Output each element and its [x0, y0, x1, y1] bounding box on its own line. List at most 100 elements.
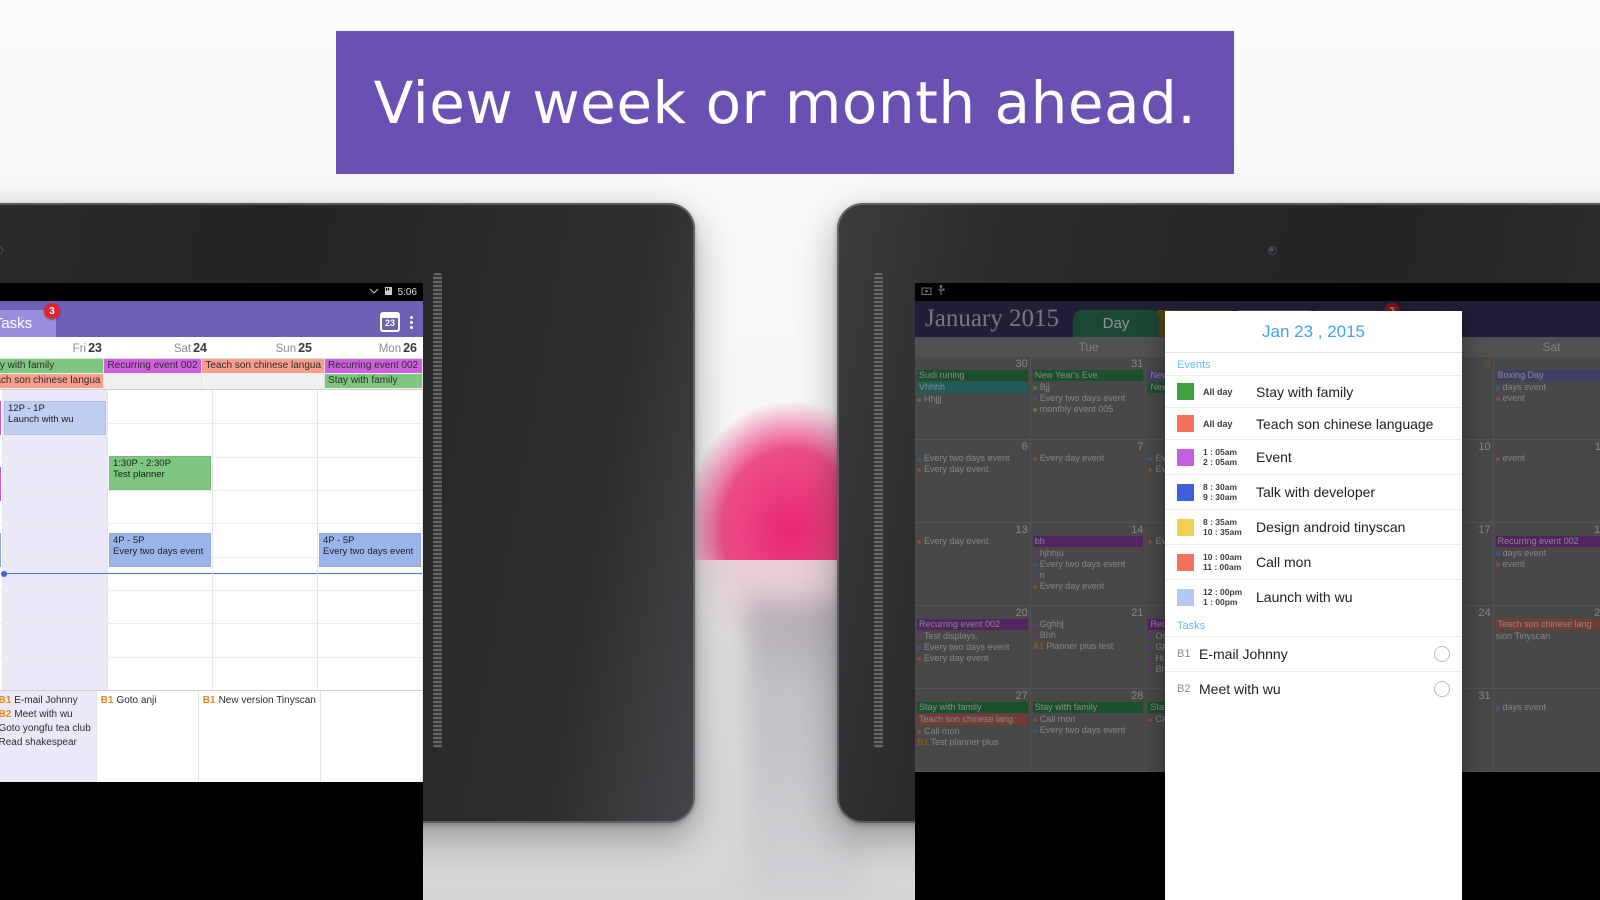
allday-column[interactable]: Stay with familyTeach son chinese langua — [0, 359, 105, 389]
grid-hour-line — [108, 656, 212, 658]
popup-events-list[interactable]: All day Stay with family All day Teach son … — [1165, 375, 1462, 614]
week-event[interactable]: 11:58 - 12:58PGuhhhhh — [0, 401, 1, 435]
week-event[interactable]: 4P - 5PEvery two days event — [0, 533, 1, 567]
grid-hour-line — [0, 523, 2, 525]
popup-events-header: Events — [1177, 359, 1211, 371]
grid-hour-line — [3, 623, 107, 625]
week-time-grid[interactable]: nt3:56P - 4:56PTea7:20P - 8:20PBody fitn… — [0, 390, 423, 690]
event-title: Stay with family — [1256, 383, 1354, 400]
popup-event-row[interactable]: 12 : 00pm 1 : 00pm Launch with wu — [1165, 579, 1462, 614]
event-start-time: 10 : 00am — [1203, 552, 1242, 562]
headline-banner: View week or month ahead. — [336, 31, 1234, 174]
week-day-dow: Sun — [275, 343, 297, 355]
allday-column[interactable]: Recurring event 002 Stay with family — [325, 359, 423, 389]
speaker-grille — [874, 273, 883, 748]
week-day-column[interactable]: 12P - 1P Launch with wu — [1, 390, 423, 690]
week-day-cell[interactable]: Sat 24 — [108, 337, 213, 358]
event-title: Talk with developer — [1256, 484, 1376, 500]
task-title: Meet with wu — [1199, 681, 1281, 697]
allday-column[interactable]: Recurring event 002 — [104, 359, 203, 389]
task-label: E-mail Johnny — [14, 695, 78, 706]
week-event[interactable]: 1:30P - 2:30P Test planner — [109, 456, 211, 490]
event-end-time: 10 : 35am — [1203, 527, 1242, 537]
week-event[interactable]: 2:07P - 3:07PReading e-mail — [0, 467, 1, 501]
popup-event-row[interactable]: 1 : 05am 2 : 05am Event — [1165, 439, 1462, 474]
week-task-item[interactable]: B1 Goto anji — [101, 694, 194, 708]
event-color-swatch — [1177, 588, 1194, 606]
popup-event-row[interactable]: All day Stay with family — [1165, 375, 1462, 407]
week-task-item[interactable]: B2 Meet with wu — [0, 708, 92, 722]
week-day-cell[interactable]: Sun 25 — [213, 337, 318, 358]
grid-hour-line — [318, 456, 422, 458]
left-tablet: 5:06 15 DayWeekMonthTasks3 23 Tue20Wed21… — [0, 203, 695, 900]
speaker-grille — [433, 273, 442, 748]
week-task-item[interactable]: B1 New version Tinyscan — [203, 694, 316, 708]
grid-hour-line — [3, 490, 107, 491]
week-event-time: 12P - 1P — [8, 403, 45, 414]
grid-hour-line — [3, 656, 107, 658]
week-event[interactable]: 4P - 5PEvery two days event — [109, 533, 211, 567]
allday-chip[interactable]: Stay with family — [325, 374, 422, 388]
grid-hour-line — [213, 456, 317, 458]
allday-chip[interactable]: Teach son chinese langua — [202, 359, 325, 373]
popup-event-row[interactable]: All day Teach son chinese language — [1165, 407, 1462, 439]
grid-hour-line — [0, 456, 2, 458]
grid-hour-line — [108, 490, 212, 491]
event-color-swatch — [1177, 415, 1194, 432]
week-task-item[interactable]: Read shakespear — [0, 736, 92, 750]
week-day-cell[interactable]: Mon 26 — [318, 337, 423, 358]
week-task-item[interactable]: Goto yongfu tea club — [0, 722, 92, 736]
grid-hour-line — [318, 623, 422, 625]
week-day-column[interactable] — [213, 390, 318, 690]
grid-hour-line — [0, 623, 2, 625]
week-day-cell[interactable]: Fri 23 — [3, 337, 108, 358]
popup-tasks-header: Tasks — [1177, 620, 1206, 632]
event-start-time: 8 : 35am — [1203, 517, 1238, 527]
task-label: Goto yongfu tea club — [0, 723, 91, 734]
task-complete-checkbox[interactable] — [1434, 646, 1450, 662]
week-task-column[interactable]: B1 E-mail Johnny B2 Meet with wu Goto yongfu… — [0, 691, 97, 782]
week-task-column[interactable]: B1 New version Tinyscan — [199, 691, 321, 782]
week-task-item[interactable]: B1 E-mail Johnny — [0, 694, 92, 708]
popup-event-row[interactable]: 8 : 30am 9 : 30am Talk with developer — [1165, 474, 1462, 509]
event-allday-label: All day — [1203, 386, 1233, 397]
goto-today-calendar-icon[interactable]: 23 — [380, 312, 400, 332]
week-task-column[interactable] — [321, 691, 423, 782]
tab-tasks[interactable]: Tasks 3 — [0, 303, 60, 337]
week-task-column[interactable]: B1 Goto anji — [97, 691, 199, 782]
allday-chip[interactable]: Teach son chinese langua — [0, 374, 104, 388]
task-complete-checkbox[interactable] — [1434, 681, 1450, 697]
week-allday-row: 2Recurring event 002Stay with familyTeac… — [0, 359, 423, 390]
week-event[interactable]: 12P - 1P Launch with wu — [4, 401, 106, 435]
event-time-range: 1 : 05am 2 : 05am — [1203, 447, 1247, 467]
event-time-range: 8 : 30am 9 : 30am — [1203, 482, 1247, 502]
front-camera-icon — [1269, 247, 1276, 254]
event-title: Design android tinyscan — [1256, 519, 1406, 535]
popup-event-row[interactable]: 8 : 35am 10 : 35am Design android tinyscan — [1165, 509, 1462, 544]
allday-chip[interactable]: Stay with family — [0, 359, 104, 373]
week-day-dow: Mon — [378, 343, 402, 355]
popup-tasks-list[interactable]: B1 E-mail Johnny B2 Meet with wu — [1165, 636, 1462, 706]
tab-label: Tasks — [0, 315, 33, 332]
task-priority: B2 — [1177, 683, 1191, 695]
task-label: Goto anji — [116, 695, 157, 706]
left-tab-strip[interactable]: DayWeekMonthTasks3 — [0, 303, 380, 337]
popup-task-row[interactable]: B1 E-mail Johnny — [1165, 636, 1462, 671]
popup-event-row[interactable]: 10 : 00am 11 : 00am Call mon — [1165, 544, 1462, 579]
task-priority: B1 — [202, 695, 216, 706]
grid-hour-line — [0, 656, 2, 658]
grid-hour-line — [213, 523, 317, 525]
week-day-column[interactable]: 4P - 5P Every two days event — [318, 390, 423, 690]
task-title: E-mail Johnny — [1199, 646, 1288, 662]
week-day-column[interactable]: 1:30P - 2:30P Test planner 4P - 5P Every tw… — [108, 390, 213, 690]
allday-column[interactable]: Teach son chinese langua — [202, 359, 326, 389]
week-event[interactable]: 4P - 5PEvery two days event — [319, 533, 421, 567]
popup-task-row[interactable]: B2 Meet with wu — [1165, 671, 1462, 706]
task-priority: B1 — [100, 695, 114, 706]
allday-chip[interactable]: Recurring event 002 — [104, 359, 202, 373]
week-day-number: 25 — [298, 341, 312, 355]
task-label: Meet with wu — [14, 709, 73, 720]
overflow-menu-icon[interactable] — [410, 315, 413, 329]
allday-chip[interactable]: Recurring event 002 — [325, 359, 422, 373]
week-tasks-row[interactable]: A1Planner plus testB1Talk with uiB1E-mai… — [0, 690, 423, 782]
